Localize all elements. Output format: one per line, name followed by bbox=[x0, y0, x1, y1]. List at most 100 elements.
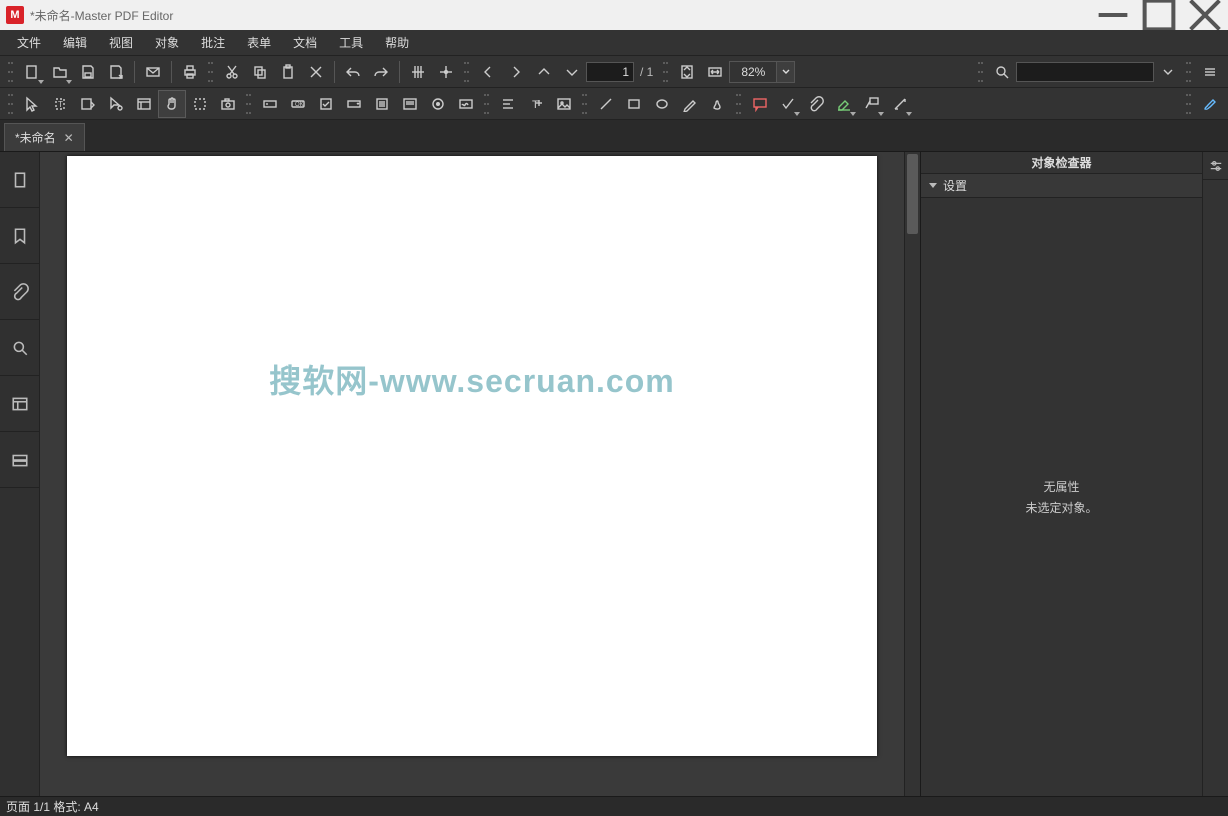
close-button[interactable] bbox=[1182, 0, 1228, 30]
brush-tool-button[interactable] bbox=[1196, 90, 1224, 118]
delete-button[interactable] bbox=[302, 58, 330, 86]
email-button[interactable] bbox=[139, 58, 167, 86]
rect-tool-button[interactable] bbox=[620, 90, 648, 118]
toolbar-grip[interactable] bbox=[246, 94, 252, 114]
vertical-scrollbar[interactable] bbox=[904, 152, 920, 796]
document-tab[interactable]: *未命名 ✕ bbox=[4, 123, 85, 151]
open-file-button[interactable] bbox=[46, 58, 74, 86]
inspector-section-header[interactable]: 设置 bbox=[921, 174, 1202, 198]
prev-page-button[interactable] bbox=[474, 58, 502, 86]
inspector-settings-icon[interactable] bbox=[1203, 152, 1228, 180]
toolbar-grip[interactable] bbox=[1186, 94, 1192, 114]
snapshot-button[interactable] bbox=[214, 90, 242, 118]
form-edit-button[interactable] bbox=[130, 90, 158, 118]
separator bbox=[171, 61, 172, 83]
line-tool-button[interactable] bbox=[592, 90, 620, 118]
insert-text-button[interactable]: T bbox=[522, 90, 550, 118]
zoom-combo[interactable]: 82% bbox=[729, 61, 795, 83]
attachments-panel-button[interactable] bbox=[0, 264, 39, 320]
next-page-button[interactable] bbox=[502, 58, 530, 86]
maximize-button[interactable] bbox=[1136, 0, 1182, 30]
fields-panel-button[interactable] bbox=[0, 432, 39, 488]
checkbox-field-button[interactable] bbox=[312, 90, 340, 118]
radio-field-button[interactable] bbox=[424, 90, 452, 118]
pencil-tool-button[interactable] bbox=[676, 90, 704, 118]
toolbar-grip[interactable] bbox=[208, 62, 214, 82]
menu-help[interactable]: 帮助 bbox=[374, 31, 420, 54]
menu-lines-icon[interactable] bbox=[1196, 58, 1224, 86]
new-file-button[interactable] bbox=[18, 58, 46, 86]
search-dropdown-button[interactable] bbox=[1154, 58, 1182, 86]
attach-tool-button[interactable] bbox=[802, 90, 830, 118]
redo-button[interactable] bbox=[367, 58, 395, 86]
callout-tool-button[interactable] bbox=[858, 90, 886, 118]
page-down-button[interactable] bbox=[558, 58, 586, 86]
combo-field-button[interactable] bbox=[340, 90, 368, 118]
signature-field-button[interactable] bbox=[452, 90, 480, 118]
list-box-button[interactable] bbox=[396, 90, 424, 118]
insert-image-button[interactable] bbox=[550, 90, 578, 118]
undo-button[interactable] bbox=[339, 58, 367, 86]
fit-width-button[interactable] bbox=[701, 58, 729, 86]
search-panel-button[interactable] bbox=[0, 320, 39, 376]
toolbar-grip[interactable] bbox=[8, 62, 14, 82]
menu-edit[interactable]: 编辑 bbox=[52, 31, 98, 54]
print-button[interactable] bbox=[176, 58, 204, 86]
ellipse-tool-button[interactable] bbox=[648, 90, 676, 118]
layers-panel-button[interactable] bbox=[0, 376, 39, 432]
pdf-page[interactable]: 搜软网-www.secruan.com bbox=[67, 156, 877, 756]
search-input[interactable] bbox=[1016, 62, 1154, 82]
menu-object[interactable]: 对象 bbox=[144, 31, 190, 54]
save-button[interactable] bbox=[74, 58, 102, 86]
page-number-input[interactable] bbox=[586, 62, 634, 82]
ink-tool-button[interactable] bbox=[704, 90, 732, 118]
edit-object-button[interactable] bbox=[102, 90, 130, 118]
toolbar-grip[interactable] bbox=[582, 94, 588, 114]
toolbar-grip[interactable] bbox=[8, 94, 14, 114]
menu-file[interactable]: 文件 bbox=[6, 31, 52, 54]
snap-button[interactable] bbox=[432, 58, 460, 86]
menu-forms[interactable]: 表单 bbox=[236, 31, 282, 54]
bookmarks-panel-button[interactable] bbox=[0, 208, 39, 264]
pages-panel-button[interactable] bbox=[0, 152, 39, 208]
comment-tool-button[interactable] bbox=[746, 90, 774, 118]
button-field-button[interactable]: OK bbox=[284, 90, 312, 118]
zoom-dropdown-icon[interactable] bbox=[776, 62, 794, 82]
toolbar-grip[interactable] bbox=[1186, 62, 1192, 82]
edit-text-button[interactable] bbox=[74, 90, 102, 118]
save-as-button[interactable] bbox=[102, 58, 130, 86]
watermark-text: 搜软网-www.secruan.com bbox=[67, 356, 877, 402]
checkmark-tool-button[interactable] bbox=[774, 90, 802, 118]
menu-view[interactable]: 视图 bbox=[98, 31, 144, 54]
grid-button[interactable] bbox=[404, 58, 432, 86]
window-controls bbox=[1090, 0, 1228, 30]
toolbar-grip[interactable] bbox=[464, 62, 470, 82]
menu-tools[interactable]: 工具 bbox=[328, 31, 374, 54]
page-up-button[interactable] bbox=[530, 58, 558, 86]
toolbar-grip[interactable] bbox=[736, 94, 742, 114]
marquee-tool-button[interactable] bbox=[186, 90, 214, 118]
cut-button[interactable] bbox=[218, 58, 246, 86]
hand-tool-button[interactable] bbox=[158, 90, 186, 118]
text-select-button[interactable]: T bbox=[46, 90, 74, 118]
align-button[interactable] bbox=[494, 90, 522, 118]
toolbar-grip[interactable] bbox=[978, 62, 984, 82]
minimize-button[interactable] bbox=[1090, 0, 1136, 30]
select-tool-button[interactable] bbox=[18, 90, 46, 118]
paste-button[interactable] bbox=[274, 58, 302, 86]
document-scroll-area[interactable]: 搜软网-www.secruan.com bbox=[40, 152, 904, 796]
toolbar-main: / 1 82% bbox=[0, 56, 1228, 88]
highlight-tool-button[interactable] bbox=[830, 90, 858, 118]
menu-document[interactable]: 文档 bbox=[282, 31, 328, 54]
list-field-button[interactable] bbox=[368, 90, 396, 118]
scrollbar-thumb[interactable] bbox=[907, 154, 918, 234]
measure-tool-button[interactable] bbox=[886, 90, 914, 118]
tab-close-icon[interactable]: ✕ bbox=[64, 131, 74, 145]
search-icon[interactable] bbox=[988, 58, 1016, 86]
toolbar-grip[interactable] bbox=[484, 94, 490, 114]
toolbar-grip[interactable] bbox=[663, 62, 669, 82]
menu-annotate[interactable]: 批注 bbox=[190, 31, 236, 54]
copy-button[interactable] bbox=[246, 58, 274, 86]
fit-page-button[interactable] bbox=[673, 58, 701, 86]
text-field-button[interactable] bbox=[256, 90, 284, 118]
